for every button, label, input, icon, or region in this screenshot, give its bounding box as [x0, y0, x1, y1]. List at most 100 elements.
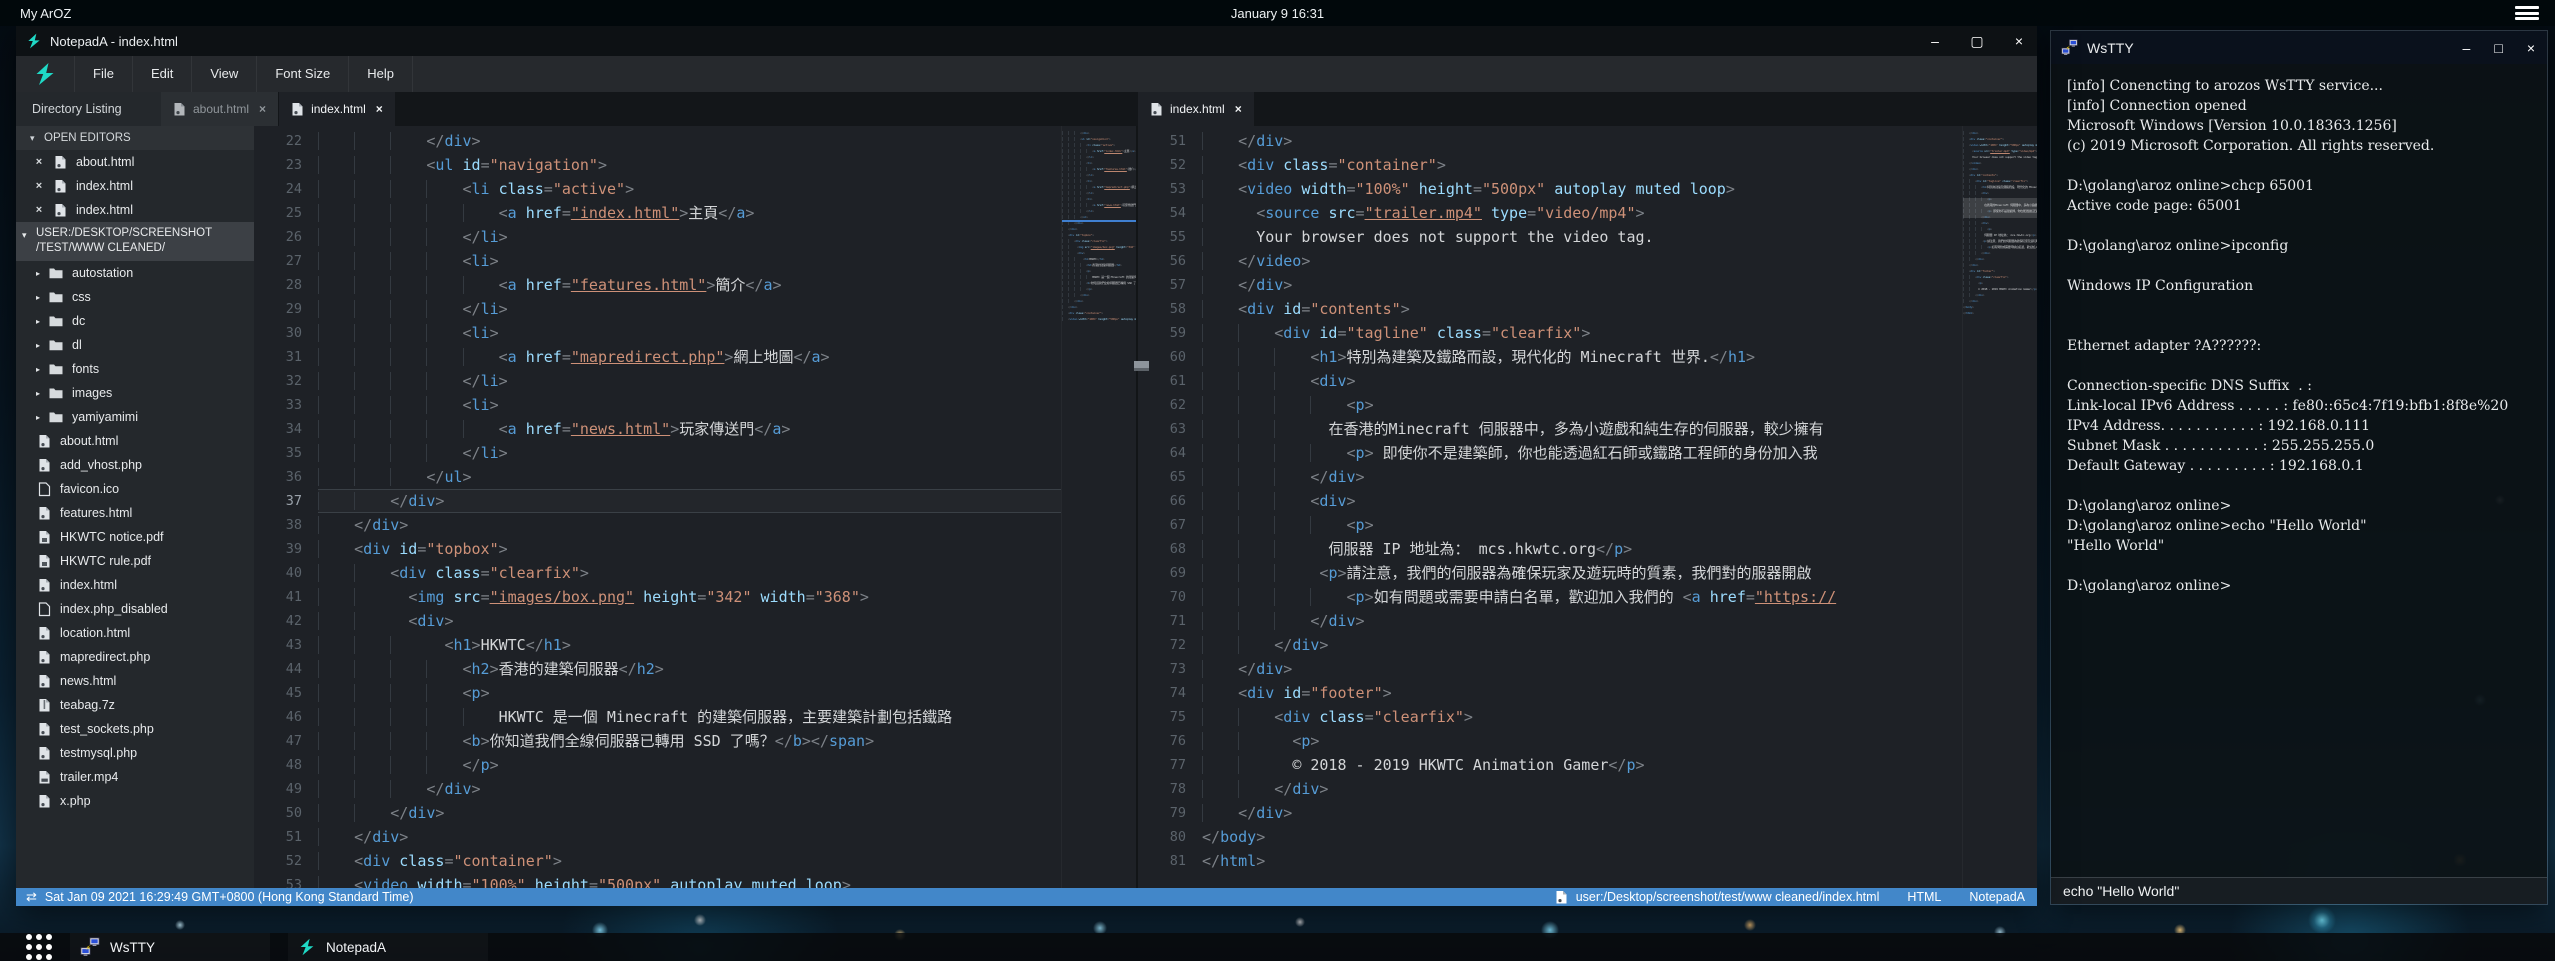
tab-close-icon[interactable]: × [376, 102, 383, 116]
folder-item-fonts[interactable]: ▸fonts [16, 357, 254, 381]
code-area[interactable]: </div> <div class="container"> <video wi… [1202, 126, 1962, 888]
file-name: HKWTC notice.pdf [60, 530, 164, 544]
workspace-root-header[interactable]: ▾USER:/DESKTOP/SCREENSHOT/TEST/WWW CLEAN… [16, 222, 254, 261]
menu-help[interactable]: Help [349, 56, 413, 92]
line-number: 26 [254, 225, 318, 249]
line-number: 53 [1138, 177, 1202, 201]
notepada-logo-icon [26, 33, 42, 49]
line-number: 69 [1138, 561, 1202, 585]
folder-item-images[interactable]: ▸images [16, 381, 254, 405]
close-button[interactable]: × [2527, 40, 2535, 56]
taskbar-item-notepada[interactable]: NotepadA [288, 933, 488, 961]
status-language[interactable]: HTML [1907, 890, 1941, 904]
file-item-add_vhost.php[interactable]: add_vhost.php [16, 453, 254, 477]
file-item-features.html[interactable]: features.html [16, 501, 254, 525]
taskbar-item-wstty[interactable]: WsTTY [70, 933, 270, 961]
open-editor-item-index.html[interactable]: ×index.html [16, 174, 254, 198]
code-line: <div id="tagline" class="clearfix"> [1202, 321, 1962, 345]
tab-index.html[interactable]: index.html× [1138, 92, 1254, 126]
system-menu-title[interactable]: My ArOZ [20, 6, 71, 21]
hamburger-menu-icon[interactable] [2515, 6, 2539, 20]
close-icon[interactable]: × [32, 204, 46, 216]
code-area[interactable]: </div> <ul id="navigation"> <li class="a… [318, 126, 1061, 888]
line-number: 41 [254, 585, 318, 609]
line-number: 51 [254, 825, 318, 849]
file-item-favicon.ico[interactable]: favicon.ico [16, 477, 254, 501]
file-item-HKWTC notice.pdf[interactable]: HKWTC notice.pdf [16, 525, 254, 549]
file-item-testmysql.php[interactable]: testmysql.php [16, 741, 254, 765]
file-item-index.php_disabled[interactable]: index.php_disabled [16, 597, 254, 621]
code-line: <h1>HKWTC</h1> [318, 633, 1061, 657]
code-file-icon [291, 102, 304, 117]
notepada-window: NotepadA - index.html – ▢ × FileEditView… [16, 26, 2037, 906]
app-launcher-icon[interactable] [26, 934, 52, 960]
open-editor-item-index.html[interactable]: × index.html [16, 198, 254, 222]
file-name: news.html [60, 674, 116, 688]
file-item-index.html[interactable]: index.html [16, 573, 254, 597]
file-item-HKWTC rule.pdf[interactable]: HKWTC rule.pdf [16, 549, 254, 573]
tab-close-icon[interactable]: × [259, 102, 266, 116]
tab-about.html[interactable]: about.html× [161, 92, 278, 126]
terminal-input[interactable]: echo "Hello World" [2051, 877, 2547, 904]
line-number: 63 [1138, 417, 1202, 441]
folder-item-css[interactable]: ▸css [16, 285, 254, 309]
terminal-output[interactable]: [info] Conencting to arozos WsTTY servic… [2051, 64, 2547, 877]
folder-item-autostation[interactable]: ▸autostation [16, 261, 254, 285]
file-item-about.html[interactable]: about.html [16, 429, 254, 453]
folder-icon [48, 339, 64, 351]
line-number: 29 [254, 297, 318, 321]
open-editor-item-about.html[interactable]: ×about.html [16, 150, 254, 174]
code-line: <div> [1202, 369, 1962, 393]
chevron-right-icon: ▸ [36, 389, 48, 398]
menu-font-size[interactable]: Font Size [257, 56, 349, 92]
code-line: <a href="news.html">玩家傳送門</a> [318, 417, 1061, 441]
tab-index.html[interactable]: index.html× [279, 92, 395, 126]
file-item-test_sockets.php[interactable]: test_sockets.php [16, 717, 254, 741]
menu-edit[interactable]: Edit [133, 56, 192, 92]
line-number: 62 [1138, 393, 1202, 417]
window-title: NotepadA - index.html [50, 34, 178, 49]
code-line: <div id="contents"> [1202, 297, 1962, 321]
folder-item-dl[interactable]: ▸dl [16, 333, 254, 357]
folder-item-dc[interactable]: ▸dc [16, 309, 254, 333]
archive-file-icon [36, 698, 52, 713]
line-number: 51 [1138, 129, 1202, 153]
status-bar: ⇄ Sat Jan 09 2021 16:29:49 GMT+0800 (Hon… [16, 888, 2037, 906]
file-file-icon [36, 482, 52, 497]
file-icon [1555, 890, 1568, 905]
file-item-x.php[interactable]: x.php [16, 789, 254, 813]
line-number: 39 [254, 537, 318, 561]
tab-close-icon[interactable]: × [1235, 102, 1242, 116]
close-icon[interactable]: × [32, 156, 46, 168]
file-item-mapredirect.php[interactable]: mapredirect.php [16, 645, 254, 669]
file-item-location.html[interactable]: location.html [16, 621, 254, 645]
close-button[interactable]: × [2011, 33, 2027, 49]
minimize-button[interactable]: – [1927, 33, 1943, 49]
open-editors-section[interactable]: ▾OPEN EDITORS [16, 126, 254, 150]
file-item-news.html[interactable]: news.html [16, 669, 254, 693]
directory-listing-header: Directory Listing [16, 92, 161, 126]
code-line: </body> [1202, 825, 1962, 849]
code-line: <div id="topbox"> [318, 537, 1061, 561]
maximize-button[interactable]: □ [2494, 40, 2502, 56]
file-name: index.html [60, 578, 117, 592]
line-number: 59 [1138, 321, 1202, 345]
file-item-trailer.mp4[interactable]: trailer.mp4 [16, 765, 254, 789]
code-file-icon [1150, 102, 1163, 117]
menu-file[interactable]: File [74, 56, 133, 92]
file-name: index.html [76, 203, 133, 217]
folder-name: dl [72, 338, 82, 352]
file-item-teabag.7z[interactable]: teabag.7z [16, 693, 254, 717]
folder-item-yamiyamimi[interactable]: ▸yamiyamimi [16, 405, 254, 429]
line-number: 64 [1138, 441, 1202, 465]
minimap[interactable]: </div> <div class="container"> <video wi… [1962, 126, 2037, 888]
minimize-button[interactable]: – [2463, 40, 2471, 56]
code-line: <div class="container"> [318, 849, 1061, 873]
minimap-slider[interactable] [1963, 198, 2037, 218]
maximize-button[interactable]: ▢ [1969, 33, 1985, 50]
menu-view[interactable]: View [192, 56, 257, 92]
status-app-name: NotepadA [1969, 890, 2025, 904]
minimap[interactable]: </div> <ul id="navigation"> <li class="a… [1061, 126, 1136, 888]
close-icon[interactable]: × [32, 180, 46, 192]
pane-resize-handle[interactable] [1134, 361, 1149, 371]
